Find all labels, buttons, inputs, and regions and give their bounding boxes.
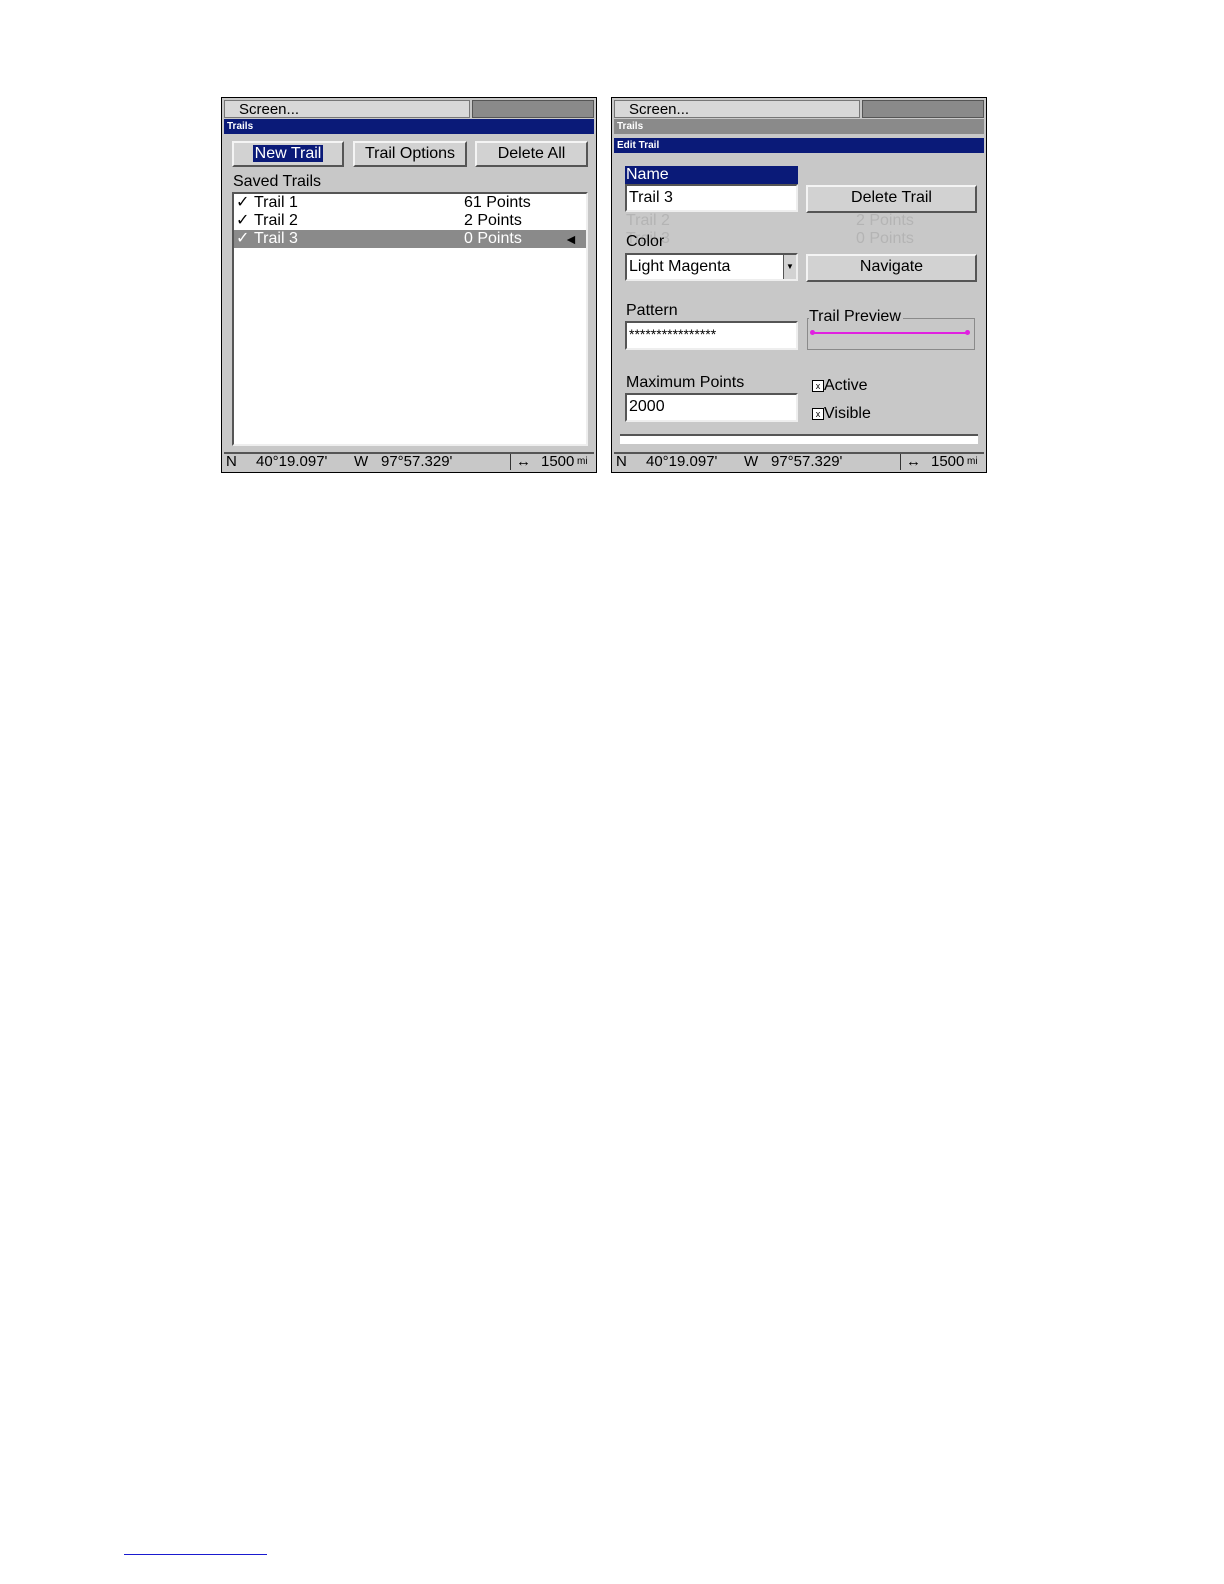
chevron-down-icon[interactable]: ▼ bbox=[783, 255, 796, 279]
name-label: Name bbox=[625, 166, 798, 184]
scale-value: 1500 bbox=[541, 453, 575, 470]
pattern-field[interactable]: **************** bbox=[625, 321, 798, 350]
check-icon: ✓ bbox=[236, 212, 250, 229]
trail-points: 61 Points bbox=[464, 194, 531, 211]
lat-hemisphere: N bbox=[226, 453, 237, 470]
color-select[interactable]: Light Magenta ▼ bbox=[625, 253, 798, 281]
color-value: Light Magenta bbox=[629, 258, 731, 275]
color-label: Color bbox=[626, 233, 665, 250]
scale-icon: ↔ bbox=[516, 453, 531, 470]
scale-unit: mi bbox=[577, 456, 588, 467]
visible-label: Visible bbox=[824, 405, 871, 422]
lon-hemisphere: W bbox=[744, 453, 759, 470]
trail-points: 2 Points bbox=[464, 212, 522, 229]
top-menu[interactable]: Screen... bbox=[614, 100, 984, 118]
arrow-left-icon: ◄ bbox=[564, 231, 578, 247]
trail-preview-point bbox=[810, 330, 815, 335]
delete-all-button[interactable]: Delete All bbox=[475, 141, 588, 167]
status-bar: N 40°19.097' W 97°57.329' ↔ 1500 mi bbox=[224, 452, 594, 470]
screen-menu[interactable]: Screen... bbox=[614, 100, 860, 118]
latitude: 40°19.097' bbox=[646, 453, 718, 470]
ghost-trail-name: Trail 2 bbox=[626, 212, 670, 229]
longitude: 97°57.329' bbox=[381, 453, 453, 470]
trail-name: Trail 3 bbox=[254, 230, 298, 247]
trail-preview-point bbox=[965, 330, 970, 335]
saved-trails-label: Saved Trails bbox=[233, 173, 322, 190]
trail-row-1[interactable]: ✓ Trail 1 61 Points bbox=[234, 194, 586, 212]
scale-value: 1500 bbox=[931, 453, 965, 470]
trail-preview-label: Trail Preview bbox=[809, 308, 903, 326]
edit-trail-screen: Screen... Trails Edit Trail Trail 2 2 Po… bbox=[611, 97, 987, 473]
max-points-field[interactable]: 2000 bbox=[625, 393, 798, 422]
trail-row-2[interactable]: ✓ Trail 2 2 Points bbox=[234, 212, 586, 230]
trail-name: Trail 2 bbox=[254, 212, 298, 229]
window-title-background: Trails bbox=[614, 119, 984, 134]
window-title: Trails bbox=[224, 119, 594, 134]
trails-screen: Screen... Trails New Trail Trail Options… bbox=[221, 97, 597, 473]
delete-trail-button[interactable]: Delete Trail bbox=[806, 185, 977, 213]
max-points-label: Maximum Points bbox=[626, 374, 745, 391]
check-icon: ✓ bbox=[236, 194, 250, 211]
top-menu[interactable]: Screen... bbox=[224, 100, 594, 118]
scale-icon: ↔ bbox=[906, 453, 921, 470]
active-label: Active bbox=[824, 377, 868, 394]
status-divider bbox=[900, 454, 901, 470]
lat-hemisphere: N bbox=[616, 453, 627, 470]
menu-spacer bbox=[862, 100, 984, 118]
trail-options-button[interactable]: Trail Options bbox=[353, 141, 467, 167]
underlying-list-edge bbox=[620, 434, 978, 444]
saved-trails-list[interactable]: ✓ Trail 1 61 Points ✓ Trail 2 2 Points ✓… bbox=[232, 192, 588, 446]
lon-hemisphere: W bbox=[354, 453, 369, 470]
trail-name: Trail 1 bbox=[254, 194, 298, 211]
check-icon: ✓ bbox=[236, 230, 250, 247]
screen-menu[interactable]: Screen... bbox=[224, 100, 470, 118]
visible-checkbox[interactable]: x bbox=[812, 408, 824, 420]
new-trail-label: New Trail bbox=[252, 145, 324, 162]
active-checkbox[interactable]: x bbox=[812, 380, 824, 392]
name-field[interactable]: Trail 3 bbox=[625, 184, 798, 212]
trail-points: 0 Points bbox=[464, 230, 522, 247]
dialog-title: Edit Trail bbox=[614, 138, 984, 153]
status-divider bbox=[510, 454, 511, 470]
new-trail-button[interactable]: New Trail bbox=[232, 141, 344, 167]
footnote-rule bbox=[124, 1554, 267, 1555]
pattern-label: Pattern bbox=[626, 302, 678, 319]
navigate-button[interactable]: Navigate bbox=[806, 254, 977, 282]
trail-preview-line bbox=[811, 332, 969, 334]
status-bar: N 40°19.097' W 97°57.329' ↔ 1500 mi bbox=[614, 452, 984, 470]
longitude: 97°57.329' bbox=[771, 453, 843, 470]
trail-row-3[interactable]: ✓ Trail 3 0 Points ◄ bbox=[234, 230, 586, 248]
menu-spacer bbox=[472, 100, 594, 118]
ghost-trail-points: 2 Points bbox=[856, 212, 914, 229]
ghost-trail-points: 0 Points bbox=[856, 230, 914, 247]
scale-unit: mi bbox=[967, 456, 978, 467]
latitude: 40°19.097' bbox=[256, 453, 328, 470]
